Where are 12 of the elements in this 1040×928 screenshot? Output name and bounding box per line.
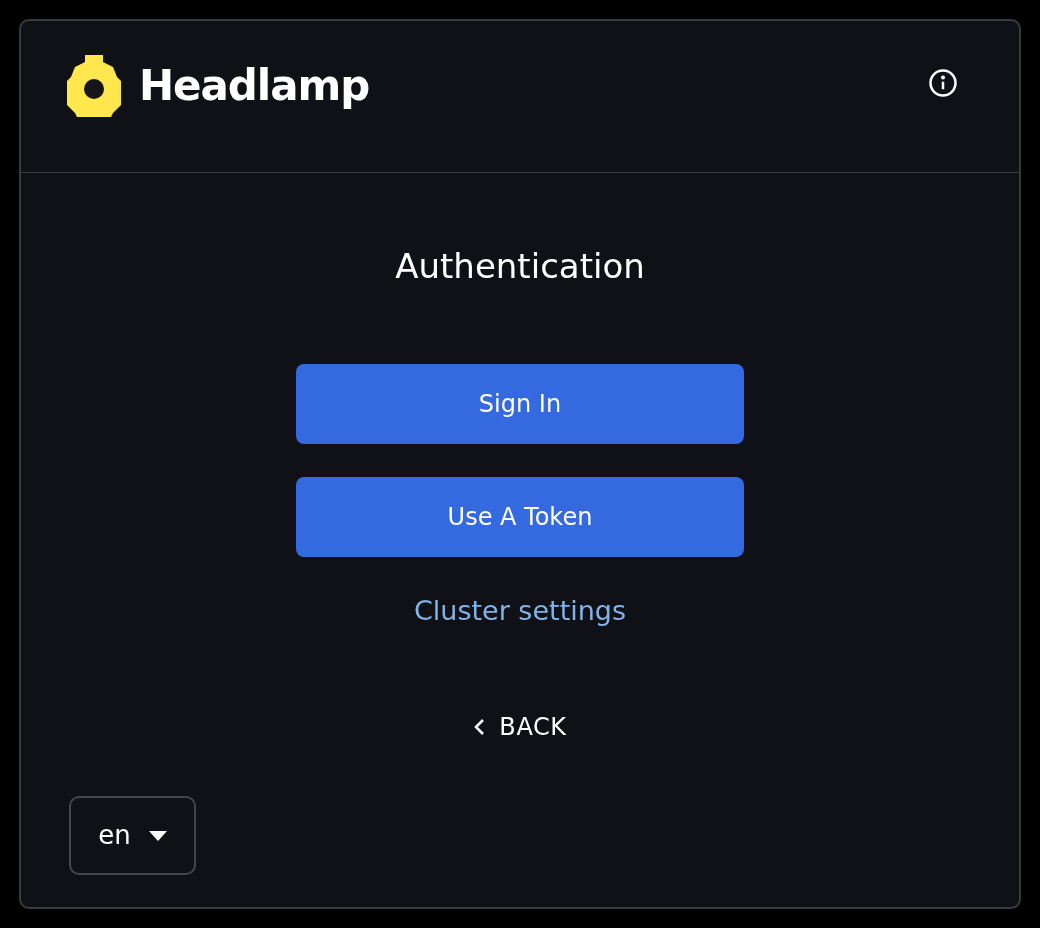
back-button[interactable]: BACK xyxy=(473,709,567,745)
info-icon xyxy=(928,68,958,98)
brand-name: Headlamp xyxy=(139,65,370,107)
lamp-logo-icon xyxy=(67,55,121,117)
action-button[interactable]: Use A Token xyxy=(296,476,744,557)
language-select[interactable]: en xyxy=(69,796,196,875)
chevron-left-icon xyxy=(473,718,486,736)
action-button[interactable]: Sign In xyxy=(296,363,744,444)
cluster-settings-link[interactable]: Cluster settings xyxy=(413,590,627,631)
page-title: Authentication xyxy=(395,245,645,288)
info-button[interactable] xyxy=(927,67,959,99)
dropdown-arrow-icon xyxy=(148,830,167,841)
